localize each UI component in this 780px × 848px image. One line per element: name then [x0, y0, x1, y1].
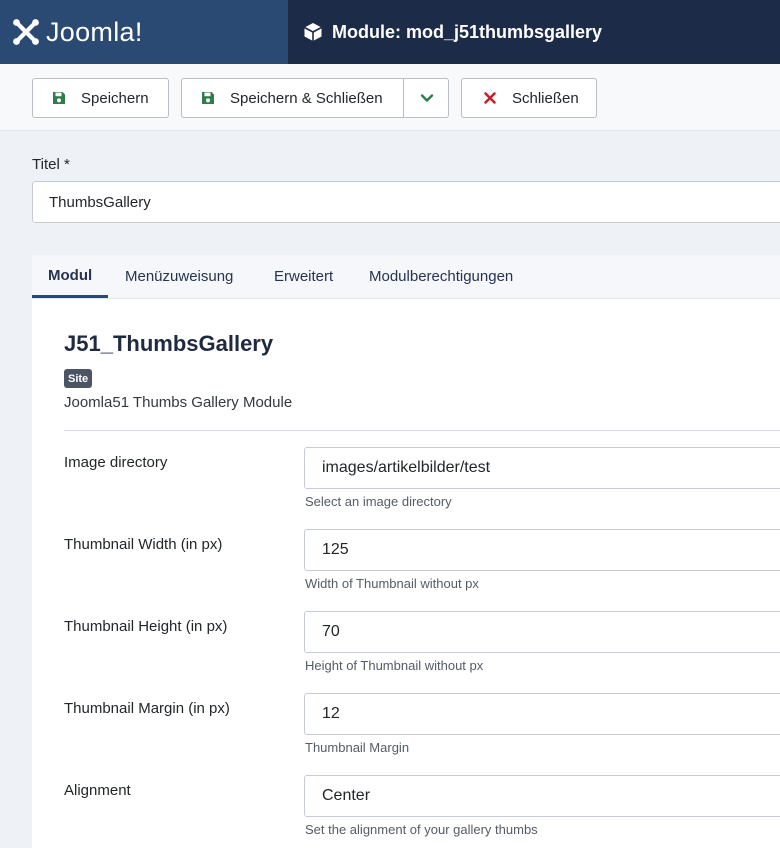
- save-close-button[interactable]: Speichern & Schließen: [181, 78, 449, 118]
- image-directory-label: Image directory: [64, 454, 168, 471]
- alignment-help: Set the alignment of your gallery thumbs: [305, 822, 538, 837]
- module-panel: J51_ThumbsGallery Site Joomla51 Thumbs G…: [32, 299, 780, 848]
- alignment-select[interactable]: [304, 775, 780, 817]
- cube-icon: [304, 23, 322, 41]
- title-label: Titel *: [32, 156, 70, 173]
- thumbnail-height-help: Height of Thumbnail without px: [305, 658, 484, 673]
- floppy-disk-icon: [53, 92, 65, 104]
- save-options-dropdown-toggle[interactable]: [403, 79, 449, 117]
- save-button-label: Speichern: [81, 89, 149, 107]
- site-badge: Site: [64, 369, 93, 388]
- thumbnail-height-label: Thumbnail Height (in px): [64, 618, 228, 635]
- save-close-button-label: Speichern & Schließen: [230, 89, 383, 107]
- thumbnail-margin-input[interactable]: [304, 693, 780, 735]
- page-title: Module: mod_j51thumbsgallery: [303, 0, 602, 64]
- tab-bar: Modul Menüzuweisung Erweitert Modulberec…: [32, 255, 780, 299]
- page-title-text: Module: mod_j51thumbsgallery: [332, 21, 603, 42]
- save-button[interactable]: Speichern: [32, 78, 169, 118]
- thumbnail-margin-help: Thumbnail Margin: [305, 740, 410, 755]
- module-description: Joomla51 Thumbs Gallery Module: [64, 394, 293, 411]
- close-icon: [484, 92, 496, 104]
- app-header: Joomla! Module: mod_j51thumbsgallery: [0, 0, 780, 64]
- close-button-label: Schließen: [512, 89, 579, 107]
- image-directory-help: Select an image directory: [305, 494, 452, 509]
- divider: [64, 430, 780, 431]
- tab-module-permissions[interactable]: Modulberechtigungen: [353, 255, 529, 298]
- joomla-logo-icon: [13, 19, 39, 45]
- thumbnail-margin-label: Thumbnail Margin (in px): [64, 700, 230, 717]
- close-button[interactable]: Schließen: [461, 78, 597, 118]
- tab-modul[interactable]: Modul: [32, 255, 109, 298]
- thumbnail-height-input[interactable]: [304, 611, 780, 653]
- alignment-label: Alignment: [64, 782, 131, 799]
- tab-advanced[interactable]: Erweitert: [258, 255, 349, 298]
- brand-name: Joomla!: [46, 16, 143, 47]
- toolbar: Speichern Speichern & Schließen Schließe…: [0, 64, 780, 131]
- tab-menu-assignment[interactable]: Menüzuweisung: [109, 255, 249, 298]
- floppy-disk-icon: [202, 92, 214, 104]
- thumbnail-width-input[interactable]: [304, 529, 780, 571]
- thumbnail-width-help: Width of Thumbnail without px: [305, 576, 479, 591]
- module-name: J51_ThumbsGallery: [64, 331, 274, 356]
- image-directory-input[interactable]: [304, 447, 780, 489]
- brand-logo[interactable]: Joomla!: [0, 0, 288, 64]
- thumbnail-width-label: Thumbnail Width (in px): [64, 536, 223, 553]
- chevron-down-icon: [420, 94, 433, 102]
- title-input[interactable]: [32, 181, 780, 223]
